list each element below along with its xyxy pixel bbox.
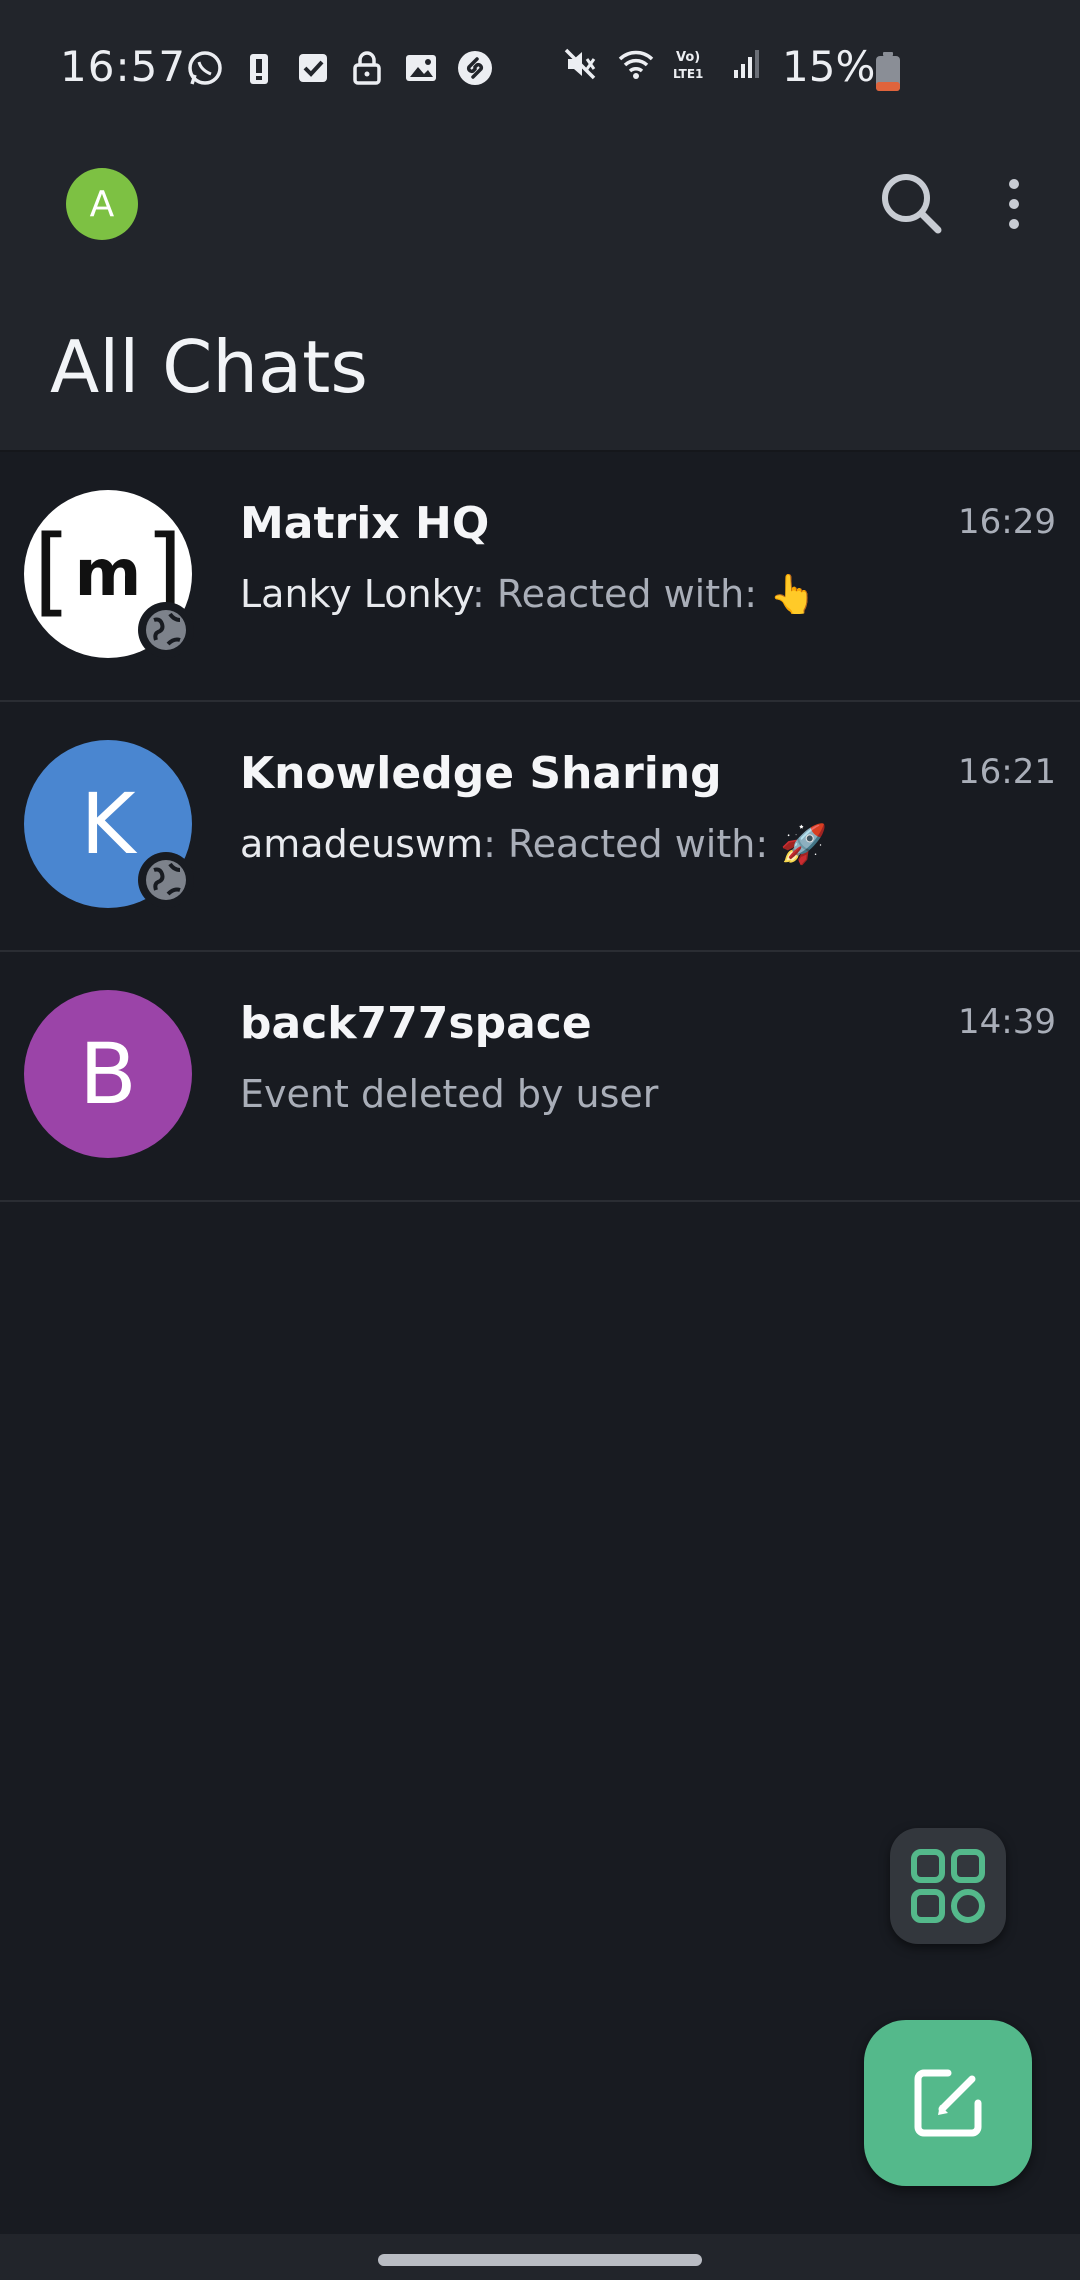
more-options-icon[interactable] xyxy=(996,174,1032,234)
app-bar: A All Chats xyxy=(0,140,1080,452)
search-icon[interactable] xyxy=(876,168,946,238)
chat-preview: amadeuswm: Reacted with: 🚀 xyxy=(240,822,828,867)
globe-icon xyxy=(138,602,194,658)
chat-message: : Reacted with: 👆 xyxy=(471,572,817,616)
chat-message: Event deleted by user xyxy=(240,1072,659,1116)
volte-lte-icon: Vo) LTE1 xyxy=(673,50,703,81)
chat-row-matrix-hq[interactable]: [m] Matrix HQ 16:29 Lanky Lonky: Reacted… xyxy=(0,452,1080,702)
compose-icon xyxy=(914,2069,982,2137)
chat-name: Knowledge Sharing xyxy=(240,748,722,799)
chat-list: [m] Matrix HQ 16:29 Lanky Lonky: Reacted… xyxy=(0,452,1080,1202)
grid-icon xyxy=(911,1849,985,1923)
new-chat-button[interactable] xyxy=(864,2020,1032,2186)
chat-preview: Event deleted by user xyxy=(240,1072,658,1116)
svg-text:Vo): Vo) xyxy=(676,50,700,65)
lock-icon xyxy=(353,51,381,85)
system-icons: Vo) LTE1 xyxy=(560,44,768,84)
battery-percent: 15% xyxy=(782,42,876,91)
battery-alert-icon xyxy=(250,54,268,84)
chat-name: Matrix HQ xyxy=(240,498,490,549)
chat-avatar: B xyxy=(24,990,192,1158)
battery-icon xyxy=(876,52,900,91)
wifi-icon xyxy=(618,50,654,79)
chat-row-knowledge-sharing[interactable]: K Knowledge Sharing 16:21 amadeuswm: Rea… xyxy=(0,702,1080,952)
notification-icons xyxy=(185,48,495,88)
chat-sender: Lanky Lonky xyxy=(240,572,472,616)
signal-icon xyxy=(734,50,759,78)
chat-time: 16:29 xyxy=(958,502,1056,542)
page-title: All Chats xyxy=(50,325,368,409)
globe-icon xyxy=(138,852,194,908)
spaces-button[interactable] xyxy=(890,1828,1006,1944)
chat-time: 14:39 xyxy=(958,1002,1056,1042)
status-time: 16:57 xyxy=(60,42,187,91)
status-bar: 16:57 Vo) LTE1 15% xyxy=(0,0,1080,140)
chat-time: 16:21 xyxy=(958,752,1056,792)
home-handle[interactable] xyxy=(378,2254,702,2266)
system-nav-bar xyxy=(0,2234,1080,2280)
checkbox-icon xyxy=(299,54,327,82)
chat-name: back777space xyxy=(240,998,592,1049)
chat-preview: Lanky Lonky: Reacted with: 👆 xyxy=(240,572,816,617)
shazam-icon xyxy=(458,51,492,85)
account-avatar[interactable]: A xyxy=(66,168,138,240)
chat-message: : Reacted with: 🚀 xyxy=(483,822,828,866)
svg-text:LTE1: LTE1 xyxy=(673,67,703,81)
mute-icon xyxy=(564,48,596,80)
whatsapp-icon xyxy=(188,51,222,85)
image-icon xyxy=(406,55,436,81)
chat-row-back777space[interactable]: B back777space 14:39 Event deleted by us… xyxy=(0,952,1080,1202)
chat-sender: amadeuswm xyxy=(240,822,484,866)
